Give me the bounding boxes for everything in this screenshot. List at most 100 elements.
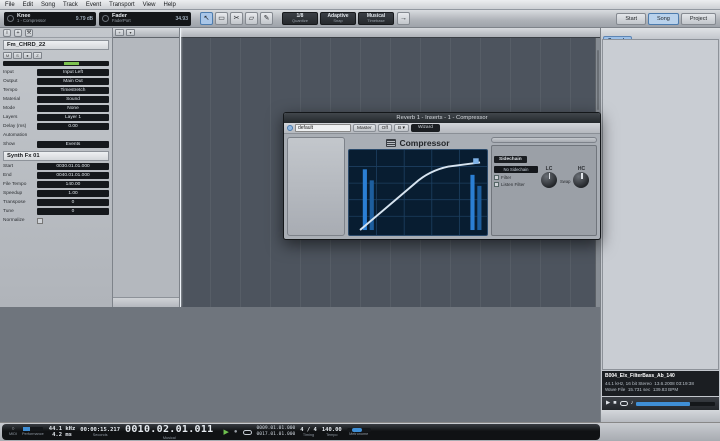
preset-dropdown[interactable]: default (295, 124, 351, 132)
menu-edit[interactable]: Edit (23, 2, 33, 8)
workspace-buttons: Start Song Project (616, 12, 716, 25)
field-value[interactable]: 140.00 (37, 181, 109, 188)
sidechain-source-dropdown[interactable]: No Sidechain (494, 166, 538, 173)
inspector-mini-buttons: M S ● Z (0, 51, 112, 60)
plugin-device-name: Compressor (348, 137, 488, 149)
inspector-icon-1[interactable]: + (14, 28, 22, 37)
mode-buttons: 1/8 Quantize Adaptive Snap Musical Timebase (282, 12, 394, 25)
lc-knob[interactable] (541, 172, 557, 188)
eraser-tool[interactable]: ▱ (245, 12, 258, 25)
quantize-button[interactable]: 1/8 Quantize (282, 12, 318, 25)
field-value[interactable]: 0030.01.01.000 (37, 163, 109, 170)
snap-button[interactable]: Adaptive Snap (320, 12, 356, 25)
preview-loop-icon[interactable] (619, 401, 628, 406)
field-value[interactable]: 0 (37, 199, 109, 206)
field-value[interactable]: Layer 1 (37, 114, 109, 121)
record-button[interactable]: ● (234, 429, 238, 435)
field-label: Input (3, 70, 14, 75)
field-mode: Mode None (0, 104, 112, 113)
filter-checkbox[interactable] (494, 175, 499, 180)
menu-help[interactable]: Help (164, 2, 176, 8)
inspector-icon-0[interactable]: i (3, 28, 11, 37)
plugin-event-button[interactable]: Wizard (410, 124, 440, 132)
field-value[interactable]: 0 (37, 208, 109, 215)
loop-button[interactable] (242, 429, 252, 435)
preview-progress-bar[interactable] (636, 401, 715, 406)
loop-end-display[interactable]: 0017.01.01.000 (257, 432, 296, 438)
inspector-icon-2[interactable]: ⚒ (25, 28, 33, 37)
plugin-body: Compressor Sidechain No Sidechain Filter… (284, 134, 600, 239)
field-value[interactable]: Timestretch (37, 87, 109, 94)
solo-button[interactable]: S (13, 52, 22, 59)
timeline-ruler[interactable] (180, 28, 600, 38)
mute-button[interactable]: M (3, 52, 12, 59)
field-value[interactable]: None (37, 105, 109, 112)
workspace-project-button[interactable]: Project (680, 12, 716, 25)
menu-track[interactable]: Track (63, 2, 78, 8)
menu-view[interactable]: View (143, 2, 156, 8)
plugin-right-panel: Sidechain No Sidechain Filter Listen Fil… (491, 137, 597, 236)
preview-play-icon[interactable]: ▶ (606, 400, 610, 407)
record-arm-button[interactable]: ● (23, 52, 32, 59)
track-options-icon[interactable]: ▾ (126, 29, 135, 36)
bottom-bar: ○ MIDI Performance 44.1 kHz 4.2 ms 00:00:1… (0, 422, 720, 441)
plugin-ab-dropdown[interactable]: B ▾ (393, 124, 409, 132)
field-label: File Tempo (3, 182, 27, 187)
timebase-button[interactable]: Musical Timebase (358, 12, 394, 25)
param-sub: FaderPort (112, 18, 131, 24)
arrow-tool[interactable]: ↖ (200, 12, 213, 25)
normalize-checkbox[interactable] (37, 217, 43, 224)
preview-volume-icon[interactable]: ♪ (631, 400, 634, 407)
field-label: Tune (3, 209, 14, 214)
monitor-button[interactable]: Z (33, 52, 42, 59)
param-text: Knee 1 - Compressor (17, 13, 46, 24)
field-label: End (3, 173, 12, 178)
field-delay-ms: Delay (ms) 0.00 (0, 122, 112, 131)
playhead[interactable] (180, 28, 181, 307)
plugin-title-bar[interactable]: Reverb 1 - Inserts - 1 - Compressor (284, 113, 600, 123)
gain-envelope-panel (491, 137, 597, 143)
workspace-start-button[interactable]: Start (616, 12, 647, 25)
param-display-knee[interactable]: Knee 1 - Compressor 9.79 dB (4, 11, 96, 26)
arrow-right-button[interactable]: → (397, 12, 410, 25)
field-value[interactable]: 0040.01.01.000 (37, 172, 109, 179)
play-button[interactable]: ▶ (224, 429, 229, 436)
field-value[interactable]: Input Left (37, 69, 109, 76)
metronome-volume-slider[interactable] (346, 427, 371, 432)
plugin-left-panel (287, 137, 345, 236)
menu-event[interactable]: Event (86, 2, 101, 8)
paint-tool[interactable]: ✎ (260, 12, 273, 25)
range-tool[interactable]: ▭ (215, 12, 228, 25)
show-value-select[interactable]: Events (37, 141, 109, 148)
field-material: Material Sound (0, 95, 112, 104)
sidechain-panel: Sidechain No Sidechain Filter Listen Fil… (491, 145, 597, 236)
field-value[interactable]: Main Out (37, 78, 109, 85)
field-value[interactable]: Sound (37, 96, 109, 103)
listen-filter-checkbox[interactable] (494, 182, 499, 187)
plugin-center-panel: Compressor (348, 137, 488, 236)
track-list-footer (113, 297, 179, 307)
param-display-fader[interactable]: Fader FaderPort 34.93 (99, 11, 191, 26)
plugin-off-button[interactable]: Off (377, 124, 392, 132)
workspace-song-button[interactable]: Song (648, 12, 679, 25)
automation-label: Automation (3, 133, 28, 138)
loop-start-display[interactable]: 0009.01.01.000 (257, 426, 296, 432)
split-tool[interactable]: ✂ (230, 12, 243, 25)
plugin-master-button[interactable]: Master (353, 124, 376, 132)
time-musical-display[interactable]: 0010.02.01.011 (125, 424, 214, 436)
add-track-icon[interactable]: + (115, 29, 124, 36)
field-file-tempo: File Tempo 140.00 (0, 180, 112, 189)
inspector-level-meter (3, 61, 109, 66)
field-value[interactable]: 0.00 (37, 123, 109, 130)
preview-stop-icon[interactable]: ■ (613, 400, 616, 407)
plugin-activate-icon[interactable] (287, 125, 293, 131)
hc-knob[interactable] (573, 172, 590, 188)
field-value[interactable]: 1.00 (37, 190, 109, 197)
field-label: Normalize (3, 218, 25, 223)
menu-transport[interactable]: Transport (109, 2, 134, 8)
sidechain-header: Sidechain (494, 156, 527, 163)
menu-file[interactable]: File (5, 2, 15, 8)
loop-range: 0009.01.01.000 0017.01.01.000 (257, 426, 296, 438)
menu-song[interactable]: Song (41, 2, 55, 8)
field-normalize: Normalize (0, 216, 112, 225)
